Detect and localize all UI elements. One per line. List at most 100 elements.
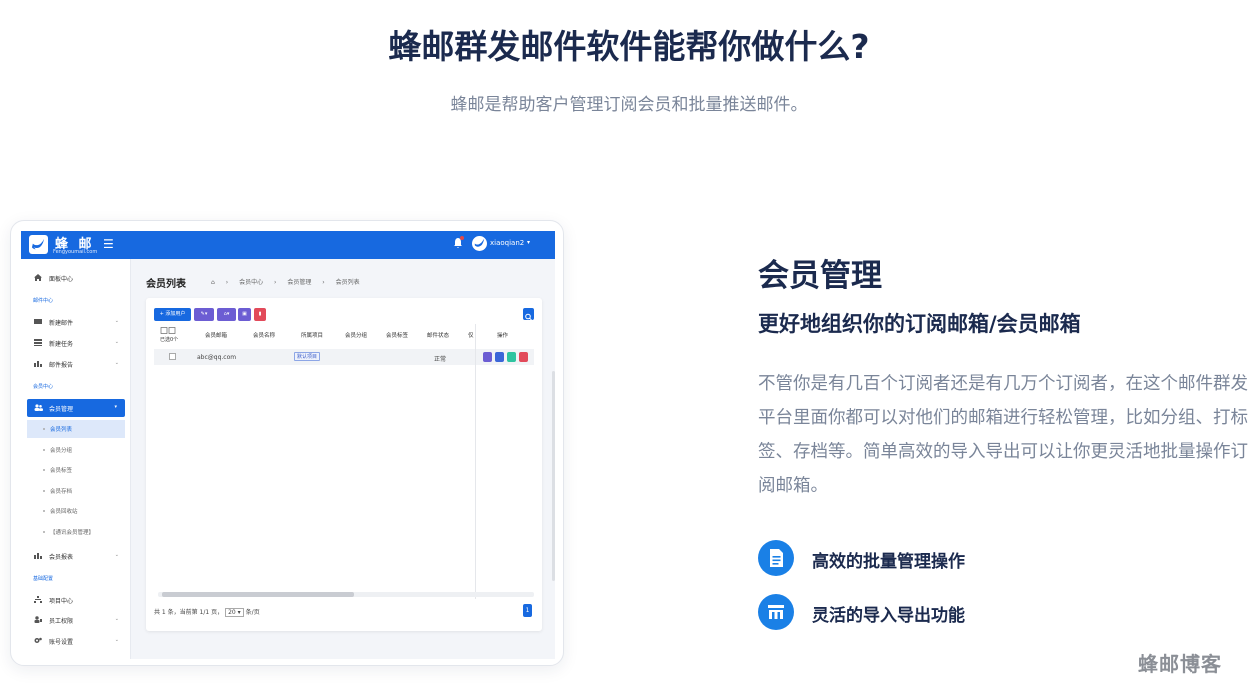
member-email: abc@qq.com	[197, 354, 237, 361]
avatar[interactable]	[472, 236, 487, 251]
breadcrumb-separator: ›	[274, 279, 277, 286]
sidebar-subitem-member-group[interactable]: 会员分组	[27, 441, 125, 459]
sidebar-subitem-label: 会员回收站	[50, 509, 78, 515]
column-header[interactable]: 会员名称	[253, 331, 275, 339]
sidebar-item-label: 账号设置	[49, 639, 74, 646]
app-brand-sub: Fengyoumail.com	[53, 249, 98, 255]
sidebar-item-home[interactable]: 面板中心	[21, 269, 131, 287]
archive-icon[interactable]	[507, 352, 516, 362]
column-divider	[475, 324, 476, 599]
feature-item: 高效的批量管理操作	[758, 540, 1178, 576]
bullet-icon	[43, 510, 45, 512]
column-header[interactable]: 会员分组	[345, 331, 367, 339]
breadcrumb-item[interactable]: 会员管理	[287, 279, 311, 286]
watermark: 蜂邮博客	[1138, 652, 1222, 676]
breadcrumb-item: 会员列表	[335, 279, 360, 286]
trash-icon[interactable]	[519, 352, 528, 362]
chevron-down-icon: ⌄	[114, 318, 119, 324]
column-header[interactable]: 邮件状态	[427, 331, 449, 339]
mail-status: 正常	[434, 356, 447, 363]
page-size-select[interactable]: 20 ▾	[225, 608, 244, 617]
sidebar-item-account-settings[interactable]: 账号设置 ⌄	[21, 632, 131, 650]
sidebar-section-base: 基础配置	[33, 576, 54, 582]
delete-button[interactable]: ▮	[254, 308, 266, 321]
view-icon[interactable]	[495, 352, 504, 362]
bullet-icon	[43, 469, 45, 471]
sidebar-subitem-label: 会员存档	[50, 489, 73, 495]
column-header[interactable]: 会员邮箱	[205, 331, 227, 339]
sidebar-subitem-label: 【通讯会员管理】	[50, 530, 95, 536]
chevron-down-icon: ⌄	[114, 339, 119, 345]
page-title: 会员列表	[146, 279, 186, 290]
feature-subtitle: 更好地组织你的订阅邮箱/会员邮箱	[758, 312, 1081, 336]
search-button[interactable]	[523, 308, 534, 321]
breadcrumb: ⌂ › 会员中心 › 会员管理 › 会员列表	[211, 277, 369, 286]
sidebar-subitem-label: 会员分组	[50, 448, 73, 454]
sidebar-subitem-contact-member[interactable]: 【通讯会员管理】	[27, 523, 125, 541]
app-topbar: 蜂 邮 Fengyoumail.com ☰ xiaoqian2 ▾	[21, 231, 555, 259]
logo-icon	[29, 235, 48, 254]
per-page-label: 条/页	[245, 609, 260, 616]
sidebar-item-project-center[interactable]: 项目中心	[21, 591, 131, 609]
bar-chart-icon	[34, 553, 42, 559]
chevron-down-icon: ⌄	[114, 616, 119, 622]
sidebar-item-label: 会员报表	[49, 554, 74, 561]
sidebar-item-new-task[interactable]: 新建任务 ⌄	[21, 334, 131, 352]
scrollbar-thumb[interactable]	[162, 592, 354, 597]
sidebar-section-mail: 邮件中心	[33, 298, 54, 304]
bullet-icon	[43, 490, 45, 492]
import-export-icon	[758, 594, 794, 630]
table-row[interactable]: abc@qq.com 默认项目 正常	[154, 349, 534, 365]
sidebar-item-member-manage[interactable]: 会员管理 ▾	[27, 399, 125, 417]
chevron-down-icon: ▾	[114, 404, 117, 410]
tag-dropdown-button[interactable]: ⌂▾	[217, 308, 236, 321]
user-name[interactable]: xiaoqian2	[490, 239, 524, 247]
feature-description: 不管你是有几百个订阅者还是有几万个订阅者，在这个邮件群发平台里面你都可以对他们的…	[758, 374, 1248, 496]
app-mockup: 蜂 邮 Fengyoumail.com ☰ xiaoqian2 ▾ 面板中心 邮…	[21, 231, 555, 659]
archive-button[interactable]: ▣	[238, 308, 251, 321]
chevron-down-icon[interactable]: ▾	[527, 239, 530, 246]
sidebar-item-staff-permission[interactable]: 员工权限 ⌄	[21, 611, 131, 629]
bullet-icon	[43, 449, 45, 451]
sidebar-item-label: 面板中心	[49, 276, 74, 283]
pagination-text: 共 1 条，当前第 1/1 页，	[154, 609, 224, 616]
breadcrumb-item[interactable]: 会员中心	[239, 279, 263, 286]
notification-badge	[460, 236, 464, 240]
users-icon	[34, 404, 43, 411]
app-screenshot-frame: 蜂 邮 Fengyoumail.com ☰ xiaoqian2 ▾ 面板中心 邮…	[10, 220, 564, 666]
row-checkbox[interactable]	[169, 353, 176, 362]
edit-icon[interactable]	[483, 352, 492, 362]
member-list-panel: + 添加用户 ✎▾ ⌂▾ ▣ ▮ 已选0个 会员邮箱 会员名称 所属项目 会员分…	[146, 298, 542, 631]
sidebar-item-new-mail[interactable]: 新建邮件 ⌄	[21, 313, 131, 331]
app-sidebar: 面板中心 邮件中心 新建邮件 ⌄ 新建任务 ⌄ 邮件报告 ⌄ 会员中心 会员管理…	[21, 259, 131, 659]
list-icon	[34, 339, 42, 346]
sidebar-subitem-member-tag[interactable]: 会员标签	[27, 461, 125, 479]
add-user-button[interactable]: + 添加用户	[154, 308, 191, 321]
column-header[interactable]: 所属项目	[301, 331, 323, 339]
horizontal-scrollbar[interactable]	[158, 592, 534, 597]
home-icon[interactable]: ⌂	[211, 279, 215, 286]
page-size-value: 20	[228, 609, 236, 616]
mail-icon	[34, 319, 42, 324]
sidebar-item-label: 员工权限	[49, 618, 74, 625]
feature-item-label: 灵活的导入导出功能	[812, 606, 965, 626]
sitemap-icon	[34, 596, 42, 603]
sidebar-subitem-member-recycle[interactable]: 会员回收站	[27, 502, 125, 520]
vertical-scrollbar[interactable]	[552, 371, 555, 581]
sidebar-subitem-member-list[interactable]: 会员列表	[27, 420, 125, 438]
sidebar-subitem-member-archive[interactable]: 会员存档	[27, 482, 125, 500]
edit-dropdown-button[interactable]: ✎▾	[194, 308, 214, 321]
chevron-down-icon: ⌄	[114, 552, 119, 558]
page-number-button[interactable]: 1	[523, 604, 532, 617]
feature-item-label: 高效的批量管理操作	[812, 552, 965, 572]
column-header[interactable]: 仅	[468, 331, 474, 339]
sidebar-item-label: 新建任务	[49, 341, 74, 348]
sidebar-item-member-report[interactable]: 会员报表 ⌄	[21, 547, 131, 565]
column-header[interactable]: 会员标签	[386, 331, 408, 339]
sidebar-subitem-label: 会员列表	[50, 427, 73, 433]
bar-chart-icon	[34, 361, 42, 367]
hamburger-menu-icon[interactable]: ☰	[103, 237, 114, 251]
chevron-down-icon: ⌄	[114, 360, 119, 366]
sidebar-item-mail-report[interactable]: 邮件报告 ⌄	[21, 355, 131, 373]
user-shield-icon	[34, 616, 42, 623]
